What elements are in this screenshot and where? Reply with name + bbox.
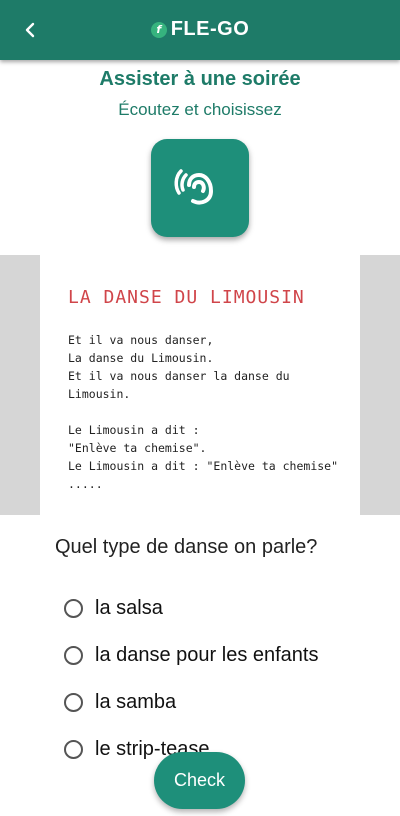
lyrics-carousel[interactable]: LA DANSE DU LIMOUSIN Et il va nous danse… (0, 255, 400, 515)
check-button[interactable]: Check (154, 752, 245, 809)
lyrics-line: Limousin. (68, 387, 131, 401)
lyrics-line: Et il va nous danser la danse du (68, 369, 290, 383)
radio-button-icon[interactable] (64, 740, 83, 759)
answer-label: la samba (95, 691, 177, 713)
lyrics-line: Et il va nous danser, (68, 333, 214, 347)
lyrics-line: "Enlève ta chemise". (68, 441, 207, 455)
top-app-bar: f FLE-GO (0, 0, 400, 60)
answer-option[interactable]: la danse pour les enfants (64, 632, 319, 679)
previous-card-preview (0, 255, 40, 515)
lyrics-text: Et il va nous danser, La danse du Limous… (68, 331, 338, 493)
lyrics-card: LA DANSE DU LIMOUSIN Et il va nous danse… (40, 255, 360, 515)
lyrics-line: Le Limousin a dit : (68, 423, 200, 437)
brand-logo-icon: f (150, 21, 167, 38)
lyrics-line: ..... (68, 477, 103, 491)
brand: f FLE-GO (0, 18, 400, 41)
radio-button-icon[interactable] (64, 646, 83, 665)
lyrics-line: La danse du Limousin. (68, 351, 214, 365)
lyrics-line (68, 403, 338, 421)
answer-option[interactable]: la samba (64, 679, 319, 726)
lyrics-title: LA DANSE DU LIMOUSIN (68, 287, 305, 308)
quiz-question: Quel type de danse on parle? (55, 536, 318, 558)
play-audio-button[interactable] (151, 139, 249, 237)
answer-options: la salsa la danse pour les enfants la sa… (64, 585, 319, 773)
radio-button-icon[interactable] (64, 599, 83, 618)
activity-title: Assister à une soirée (99, 68, 301, 90)
brand-name: FLE-GO (170, 18, 250, 40)
next-card-preview (360, 255, 400, 515)
answer-label: la danse pour les enfants (95, 644, 319, 666)
activity-subtitle: Écoutez et choisissez (118, 100, 282, 119)
answer-label: la salsa (95, 597, 163, 619)
answer-option[interactable]: la salsa (64, 585, 319, 632)
radio-button-icon[interactable] (64, 693, 83, 712)
ear-icon (174, 169, 214, 205)
lyrics-line: Le Limousin a dit : "Enlève ta chemise" (68, 459, 339, 473)
